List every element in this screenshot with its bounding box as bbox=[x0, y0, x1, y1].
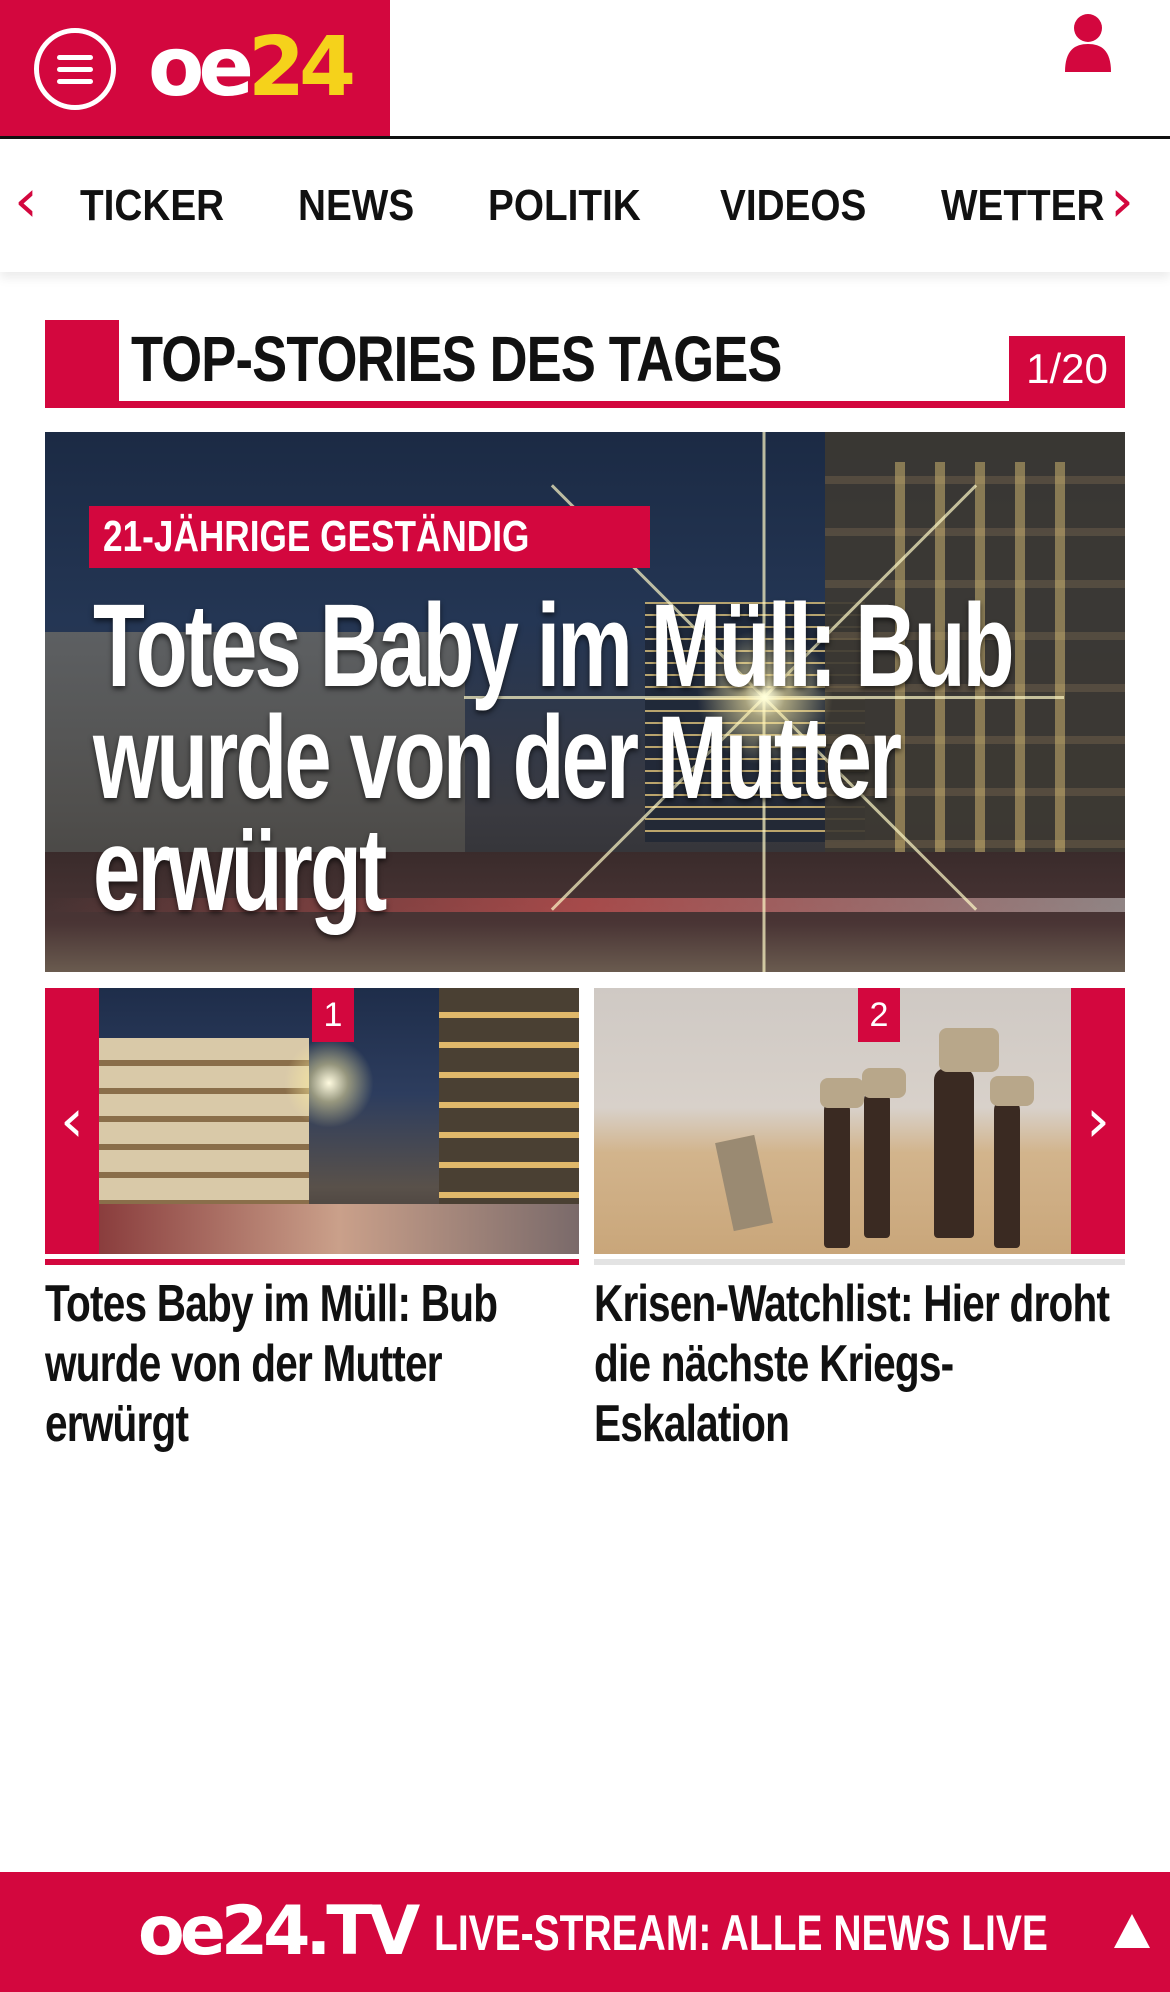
nav-item-politik[interactable]: POLITIK bbox=[488, 181, 641, 231]
nav-item-news[interactable]: NEWS bbox=[298, 181, 414, 231]
hero-story[interactable]: 21-JÄHRIGE GESTÄNDIG Totes Baby im Müll:… bbox=[45, 432, 1125, 972]
story-counter: 1/20 bbox=[1009, 336, 1125, 402]
section-title: TOP-STORIES DES TAGES bbox=[131, 323, 782, 395]
chevron-right-icon[interactable]: › bbox=[1110, 171, 1134, 231]
brand-block: oe24 bbox=[0, 0, 390, 136]
thumb-image-load bbox=[990, 1076, 1034, 1106]
thumb-image-person bbox=[994, 1098, 1020, 1248]
thumb-image-load bbox=[820, 1078, 864, 1108]
nav-item-videos[interactable]: VIDEOS bbox=[720, 181, 866, 231]
user-icon[interactable] bbox=[1063, 12, 1113, 72]
hero-kicker: 21-JÄHRIGE GESTÄNDIG bbox=[89, 506, 650, 568]
logo-number: 24 bbox=[247, 20, 356, 115]
livestream-bar[interactable]: oe24.TV LIVE-STREAM: ALLE NEWS LIVE bbox=[0, 1872, 1170, 1992]
site-logo[interactable]: oe24 bbox=[148, 18, 356, 118]
livestream-title: ALLE NEWS LIVE bbox=[720, 1905, 1048, 1961]
thumb-image-road bbox=[99, 1204, 579, 1254]
livestream-text: LIVE-STREAM: ALLE NEWS LIVE bbox=[434, 1898, 1048, 1968]
site-header: oe24 bbox=[0, 0, 1170, 139]
hero-kicker-text: 21-JÄHRIGE GESTÄNDIG bbox=[103, 512, 530, 561]
section-underline bbox=[119, 401, 1125, 408]
card-title[interactable]: Totes Baby im Müll: Bub wurde von der Mu… bbox=[45, 1274, 583, 1454]
section-accent bbox=[45, 320, 119, 408]
section-header: TOP-STORIES DES TAGES 1/20 bbox=[45, 320, 1125, 408]
thumb-image-load bbox=[862, 1068, 906, 1098]
category-nav: ‹ TICKER NEWS POLITIK VIDEOS WETTER › bbox=[0, 139, 1170, 272]
carousel-indicator-active bbox=[45, 1259, 579, 1265]
chevron-left-icon[interactable]: ‹ bbox=[14, 171, 38, 231]
thumb-image-streetlight bbox=[284, 1038, 374, 1128]
logo-text: oe bbox=[148, 20, 254, 115]
thumb-number-badge: 2 bbox=[858, 988, 900, 1042]
thumb-number-badge: 1 bbox=[312, 988, 354, 1042]
thumb-image-person bbox=[824, 1098, 850, 1248]
thumb-image-building bbox=[99, 1038, 309, 1218]
thumb-image-building bbox=[439, 988, 579, 1208]
thumb-image-person bbox=[934, 1068, 974, 1238]
card-title[interactable]: Krisen-Watchlist: Hier droht die nächste… bbox=[594, 1274, 1132, 1454]
tv-logo: oe24.TV bbox=[138, 1892, 420, 1971]
livestream-label: LIVE-STREAM: bbox=[434, 1905, 712, 1961]
carousel-indicator bbox=[594, 1259, 1125, 1265]
hamburger-menu-icon[interactable] bbox=[34, 28, 116, 110]
thumb-image-person bbox=[864, 1088, 890, 1238]
carousel-thumb-2[interactable] bbox=[594, 988, 1071, 1254]
thumb-image-load bbox=[939, 1028, 999, 1072]
triangle-up-icon[interactable] bbox=[1114, 1914, 1150, 1948]
carousel-next-button[interactable]: › bbox=[1071, 988, 1125, 1254]
thumb-image-rock bbox=[715, 1134, 773, 1232]
carousel-prev-button[interactable]: ‹ bbox=[45, 988, 99, 1254]
nav-item-ticker[interactable]: TICKER bbox=[80, 181, 224, 231]
hero-headline[interactable]: Totes Baby im Müll: Bub wurde von der Mu… bbox=[93, 587, 1101, 929]
nav-item-wetter[interactable]: WETTER bbox=[941, 181, 1104, 231]
